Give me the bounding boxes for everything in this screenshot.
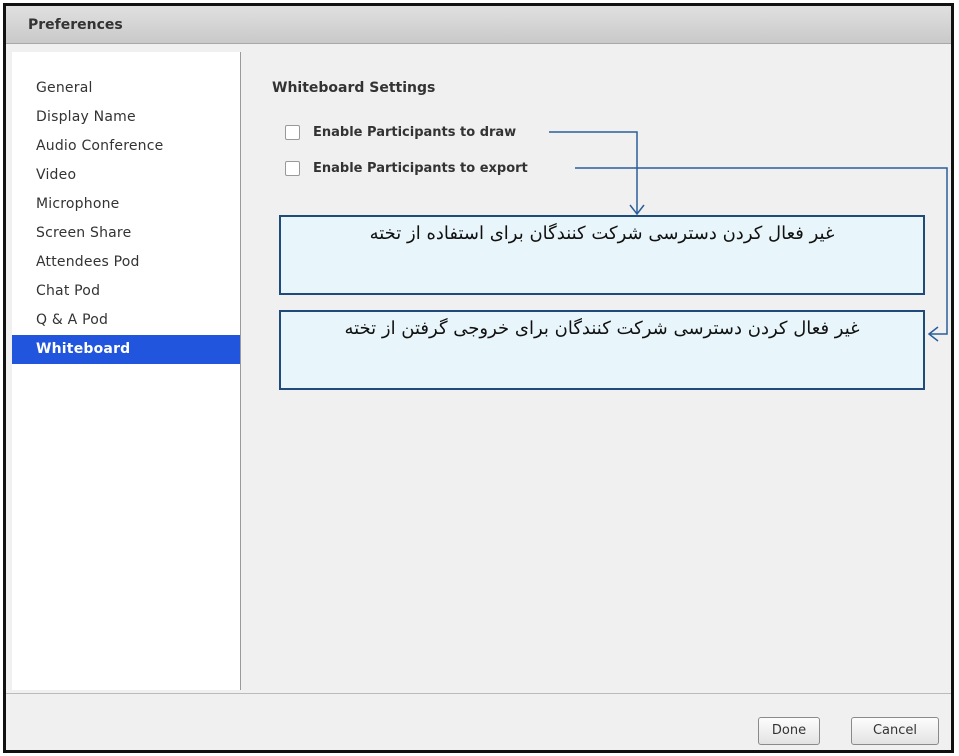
annotation-draw-callout: غیر فعال کردن دسترسی شرکت کنندگان برای ا…	[279, 215, 925, 295]
category-list: General Display Name Audio Conference Vi…	[12, 74, 240, 364]
sidebar-item-whiteboard[interactable]: Whiteboard	[12, 335, 240, 364]
done-button[interactable]: Done	[758, 717, 820, 745]
sidebar-item-audio-conference[interactable]: Audio Conference	[12, 132, 240, 161]
draw-arrow-head	[629, 204, 645, 216]
annotation-export-callout: غیر فعال کردن دسترسی شرکت کنندگان برای خ…	[279, 310, 925, 390]
enable-export-checkbox[interactable]	[285, 160, 300, 176]
sidebar-item-screen-share[interactable]: Screen Share	[12, 219, 240, 248]
sidebar-item-display-name[interactable]: Display Name	[12, 103, 240, 132]
preferences-sidebar: General Display Name Audio Conference Vi…	[12, 52, 241, 690]
sidebar-item-qa-pod[interactable]: Q & A Pod	[12, 306, 240, 335]
enable-export-label[interactable]: Enable Participants to export	[313, 161, 528, 176]
sidebar-item-attendees-pod[interactable]: Attendees Pod	[12, 248, 240, 277]
dialog-title: Preferences	[28, 17, 123, 33]
section-title: Whiteboard Settings	[272, 80, 436, 96]
enable-draw-checkbox[interactable]	[285, 124, 300, 140]
sidebar-item-video[interactable]: Video	[12, 161, 240, 190]
sidebar-item-microphone[interactable]: Microphone	[12, 190, 240, 219]
sidebar-item-chat-pod[interactable]: Chat Pod	[12, 277, 240, 306]
draw-arrow-line	[549, 131, 638, 214]
enable-draw-label[interactable]: Enable Participants to draw	[313, 125, 516, 140]
enable-draw-option[interactable]: Enable Participants to draw	[285, 122, 516, 142]
title-bar: Preferences	[6, 6, 951, 44]
export-arrow-head	[927, 326, 939, 342]
dialog-footer: Done Cancel	[6, 693, 951, 750]
settings-panel: Whiteboard Settings Enable Participants …	[241, 52, 950, 690]
cancel-button[interactable]: Cancel	[851, 717, 939, 745]
sidebar-item-general[interactable]: General	[12, 74, 240, 103]
preferences-dialog: Preferences General Display Name Audio C…	[3, 3, 954, 753]
enable-export-option[interactable]: Enable Participants to export	[285, 158, 528, 178]
